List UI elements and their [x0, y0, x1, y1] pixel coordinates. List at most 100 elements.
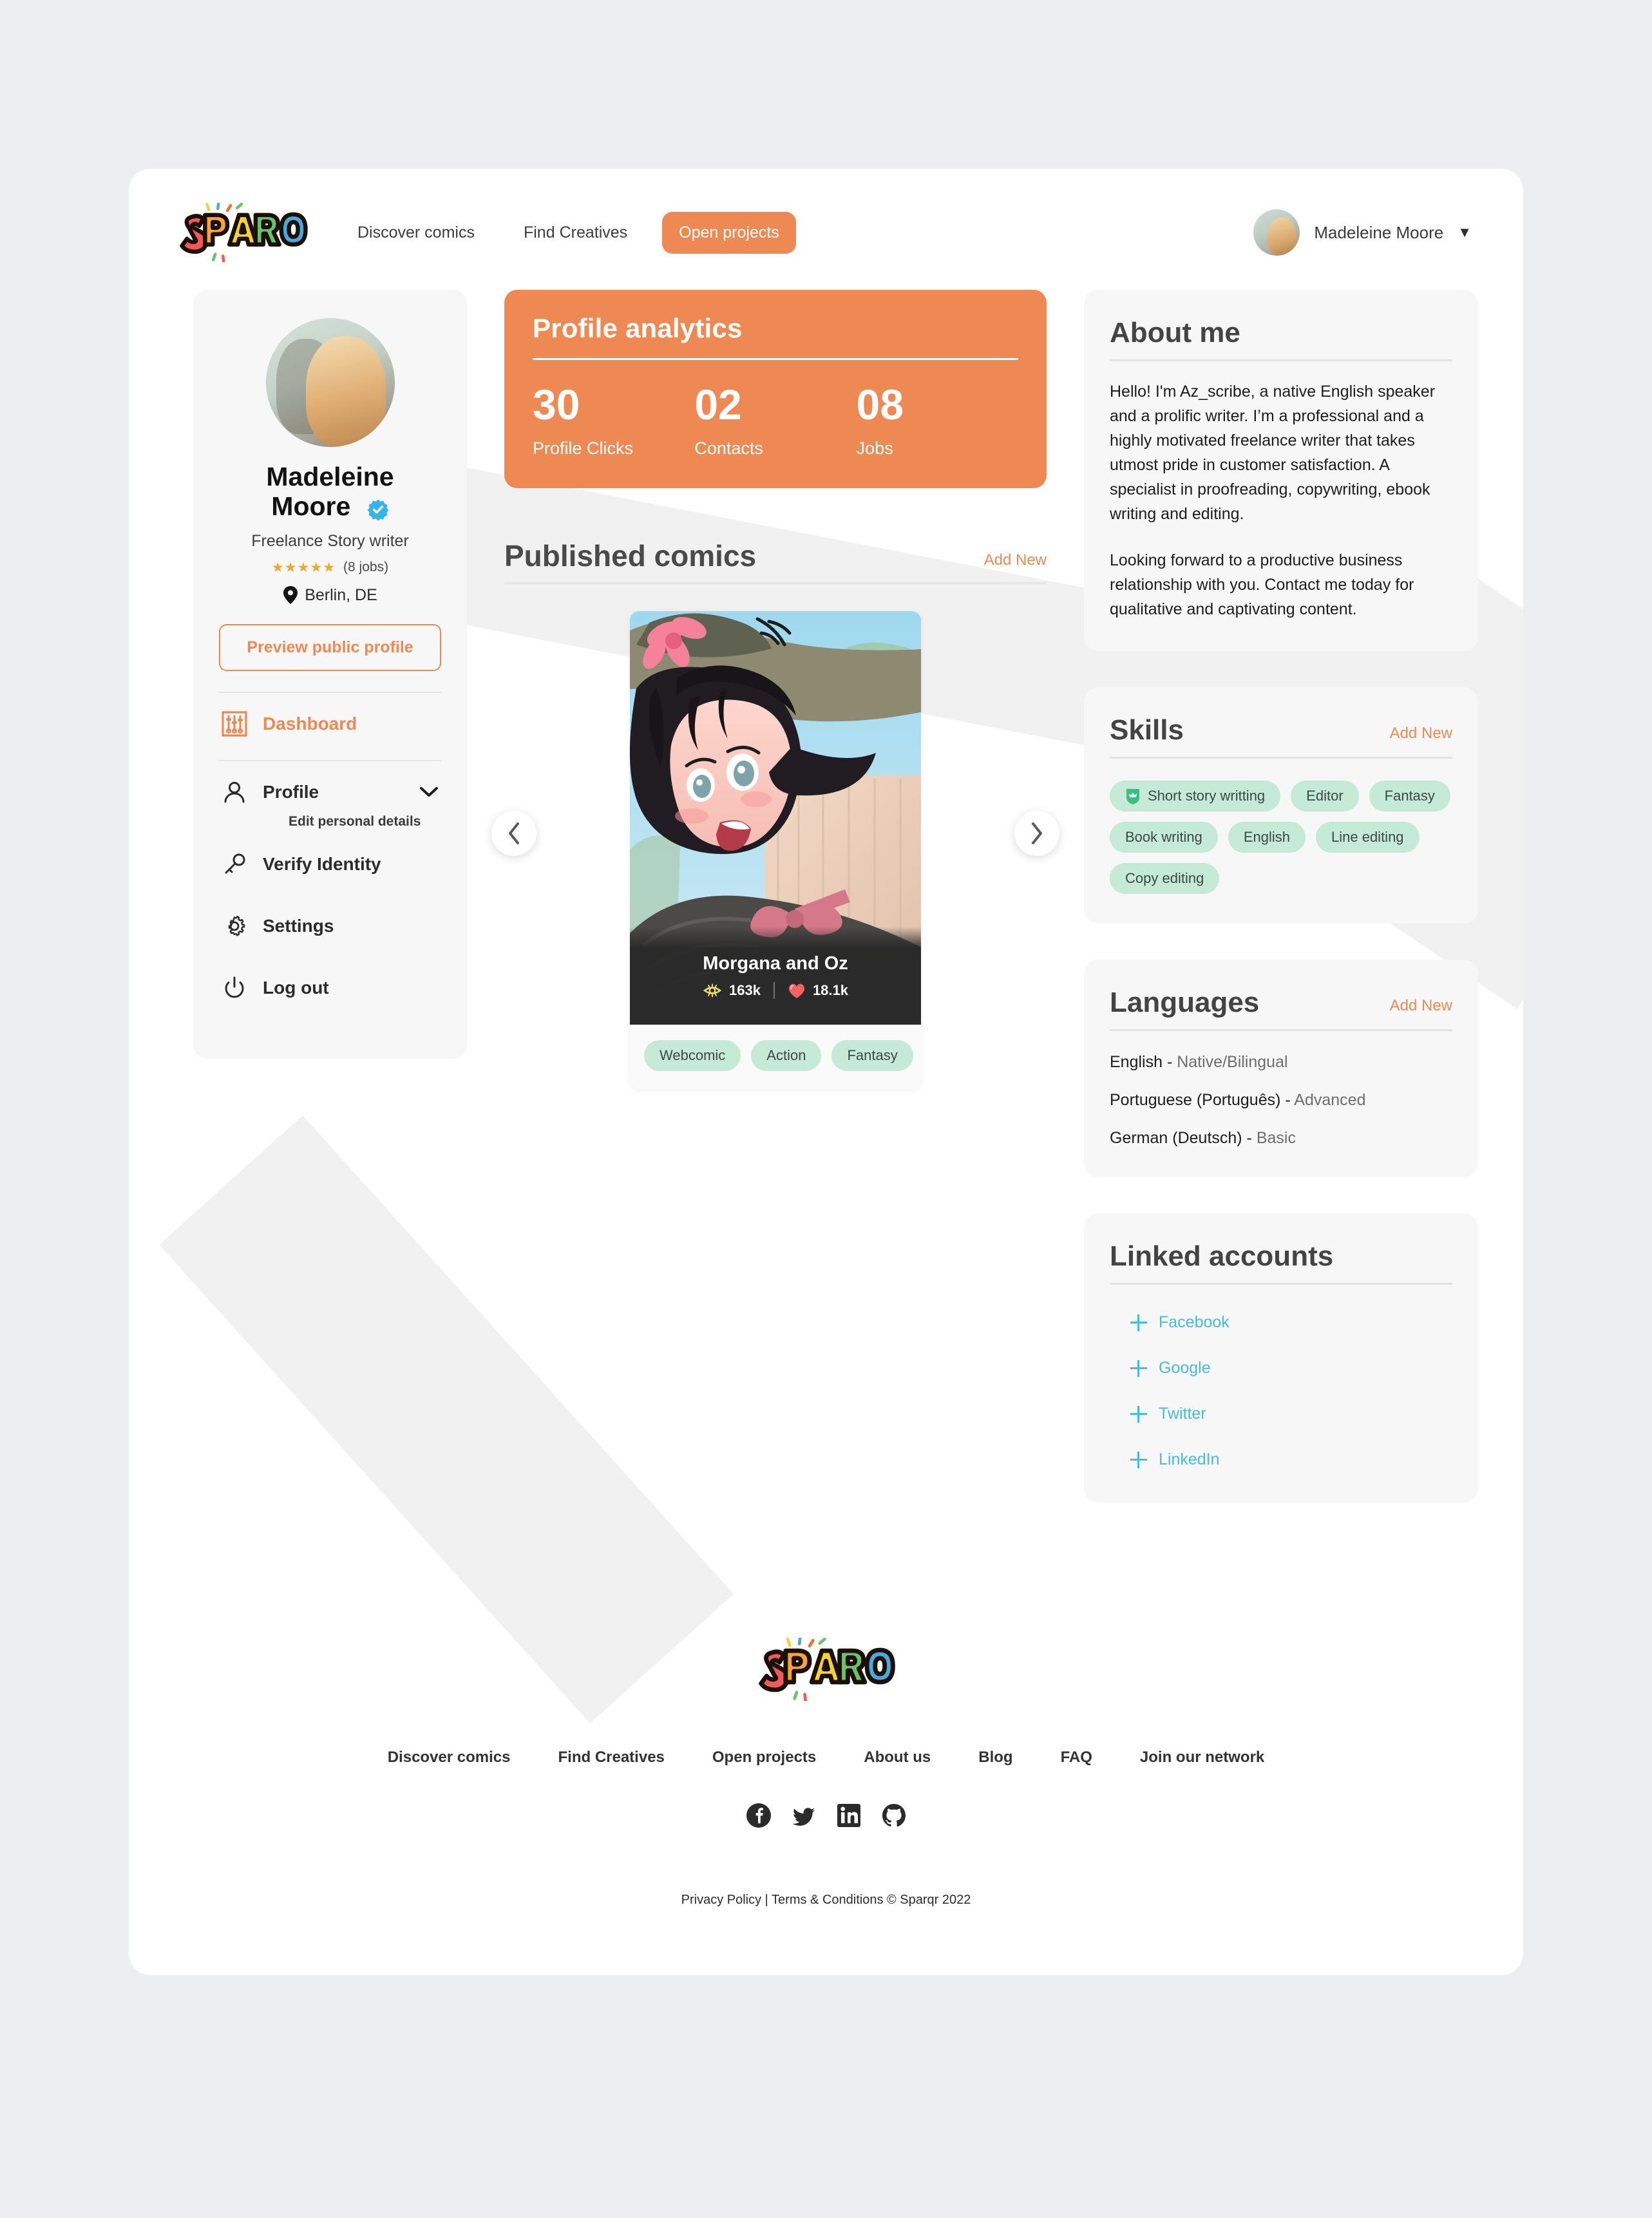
skill-label: Short story writting — [1148, 788, 1266, 804]
avatar — [1253, 209, 1300, 256]
chevron-down-icon[interactable] — [419, 786, 439, 798]
comic-tag[interactable]: Action — [751, 1040, 822, 1071]
skill-chip[interactable]: Copy editing — [1110, 863, 1220, 894]
panel-header: Linked accounts — [1110, 1240, 1452, 1285]
comic-tags: Webcomic Action Fantasy — [630, 1025, 921, 1089]
sparqr-logo[interactable] — [174, 203, 312, 262]
panel-header: Skills Add New — [1110, 714, 1452, 759]
comic-card[interactable]: Morgana and Oz 163k 18.1k Webcomic Actio… — [630, 611, 921, 1089]
linked-accounts-panel: Linked accounts Facebook Google Twitter — [1084, 1213, 1478, 1502]
plus-icon — [1130, 1314, 1147, 1331]
stat-label: Jobs — [856, 439, 893, 458]
preview-public-profile-button[interactable]: Preview public profile — [219, 623, 441, 671]
stat-value: 30 — [533, 381, 580, 428]
sparqr-logo-footer[interactable] — [753, 1636, 900, 1702]
sidebar-item-settings[interactable]: Settings — [219, 895, 441, 957]
add-new-comic-link[interactable]: Add New — [984, 551, 1047, 573]
footer-link-faq[interactable]: FAQ — [1061, 1749, 1092, 1767]
comic-title: Morgana and Oz — [703, 953, 848, 974]
app-window: Discover comics Find Creatives Open proj… — [129, 169, 1523, 1975]
language-item: Portuguese (Português) - Advanced — [1110, 1091, 1452, 1110]
stat-value: 02 — [694, 381, 742, 428]
footer-link-open-projects[interactable]: Open projects — [712, 1749, 816, 1767]
stat-jobs: 08 Jobs — [857, 383, 1018, 459]
footer-link-join-our-network[interactable]: Join our network — [1140, 1749, 1264, 1767]
twitter-icon[interactable] — [791, 1803, 817, 1828]
link-account-linkedin[interactable]: LinkedIn — [1110, 1450, 1452, 1469]
footer-navigation: Discover comics Find Creatives Open proj… — [388, 1749, 1265, 1767]
user-menu-name: Madeleine Moore — [1314, 222, 1444, 242]
profile-analytics-card: Profile analytics 30 Profile Clicks 02 C… — [504, 290, 1047, 488]
footer-link-about-us[interactable]: About us — [864, 1749, 931, 1767]
section-title: Published comics — [504, 539, 757, 573]
languages-list: English - Native/Bilingual Portuguese (P… — [1110, 1031, 1452, 1148]
comic-tag[interactable]: Webcomic — [644, 1040, 741, 1071]
carousel-next-button[interactable] — [1014, 811, 1059, 856]
profile-role: Freelance Story writer — [251, 531, 409, 550]
linkedin-icon[interactable] — [836, 1803, 862, 1828]
skill-chip[interactable]: Fantasy — [1369, 781, 1450, 811]
location-text: Berlin, DE — [305, 585, 377, 604]
nav-find-creatives[interactable]: Find Creatives — [509, 214, 641, 251]
analytics-title: Profile analytics — [533, 313, 743, 343]
plus-icon — [1130, 1451, 1147, 1468]
github-icon[interactable] — [881, 1803, 907, 1828]
linked-accounts-list: Facebook Google Twitter LinkedIn — [1110, 1285, 1452, 1469]
skill-chip[interactable]: Line editing — [1316, 822, 1419, 853]
sidebar-item-label: Settings — [263, 915, 334, 936]
footer-link-blog[interactable]: Blog — [978, 1749, 1012, 1767]
language-name: Portuguese (Português) - — [1110, 1091, 1295, 1109]
carousel-prev-button[interactable] — [491, 811, 536, 856]
skill-chip[interactable]: Book writing — [1110, 822, 1218, 853]
dashboard-icon — [222, 711, 247, 737]
link-account-twitter[interactable]: Twitter — [1110, 1405, 1452, 1423]
linked-account-label: Google — [1159, 1359, 1211, 1377]
language-name: English - — [1110, 1053, 1177, 1071]
language-name: German (Deutsch) - — [1110, 1129, 1257, 1147]
languages-panel: Languages Add New English - Native/Bilin… — [1084, 960, 1478, 1177]
gear-icon — [222, 913, 247, 939]
likes-count: 18.1k — [812, 981, 848, 998]
divider — [533, 358, 1018, 360]
footer-link-discover-comics[interactable]: Discover comics — [388, 1749, 511, 1767]
linked-account-label: Facebook — [1159, 1313, 1230, 1331]
facebook-icon[interactable] — [746, 1803, 772, 1828]
panel-title: Skills — [1110, 714, 1184, 746]
nav-open-projects[interactable]: Open projects — [662, 211, 796, 254]
verified-badge-icon — [367, 497, 389, 521]
app-footer: Discover comics Find Creatives Open proj… — [129, 1636, 1523, 1946]
app-header: Discover comics Find Creatives Open proj… — [129, 169, 1523, 272]
sidebar-item-log-out[interactable]: Log out — [219, 957, 441, 1019]
add-new-language-link[interactable]: Add New — [1390, 997, 1452, 1019]
analytics-stats: 30 Profile Clicks 02 Contacts 08 Jobs — [533, 383, 1018, 459]
language-level: Basic — [1256, 1129, 1296, 1147]
skill-chip[interactable]: Short story writting — [1110, 781, 1281, 811]
chevron-down-icon: ▼ — [1457, 224, 1472, 240]
sidebar-item-dashboard[interactable]: Dashboard — [219, 693, 441, 755]
sidebar: Madeleine Moore Freelance Story writer ★… — [193, 290, 467, 1059]
skills-panel: Skills Add New Short story writting Edit… — [1084, 687, 1478, 924]
skill-chip[interactable]: Editor — [1291, 781, 1359, 811]
add-new-skill-link[interactable]: Add New — [1390, 725, 1452, 746]
plus-icon — [1130, 1405, 1147, 1423]
center-column: Profile analytics 30 Profile Clicks 02 C… — [491, 290, 1059, 1089]
sidebar-item-verify-identity[interactable]: Verify Identity — [219, 833, 441, 895]
panel-header: Languages Add New — [1110, 987, 1452, 1031]
footer-link-find-creatives[interactable]: Find Creatives — [558, 1749, 665, 1767]
user-menu[interactable]: Madeleine Moore ▼ — [1253, 209, 1478, 256]
crown-shield-icon — [1125, 788, 1141, 804]
about-body: Hello! I'm Az_scribe, a native English s… — [1110, 361, 1452, 621]
skill-chip[interactable]: English — [1228, 822, 1305, 853]
comic-thumbnail: Morgana and Oz 163k 18.1k — [630, 611, 921, 1025]
published-comics-header: Published comics Add New — [504, 538, 1047, 584]
comic-tag[interactable]: Fantasy — [831, 1040, 913, 1071]
link-account-google[interactable]: Google — [1110, 1359, 1452, 1378]
divider — [773, 981, 775, 999]
jobs-count: (8 jobs) — [343, 560, 389, 575]
stat-profile-clicks: 30 Profile Clicks — [533, 383, 694, 459]
location-row: Berlin, DE — [283, 586, 377, 605]
about-paragraph: Looking forward to a productive business… — [1110, 551, 1414, 618]
views-stat: 163k — [703, 982, 761, 999]
link-account-facebook[interactable]: Facebook — [1110, 1313, 1452, 1332]
nav-discover-comics[interactable]: Discover comics — [343, 214, 489, 251]
